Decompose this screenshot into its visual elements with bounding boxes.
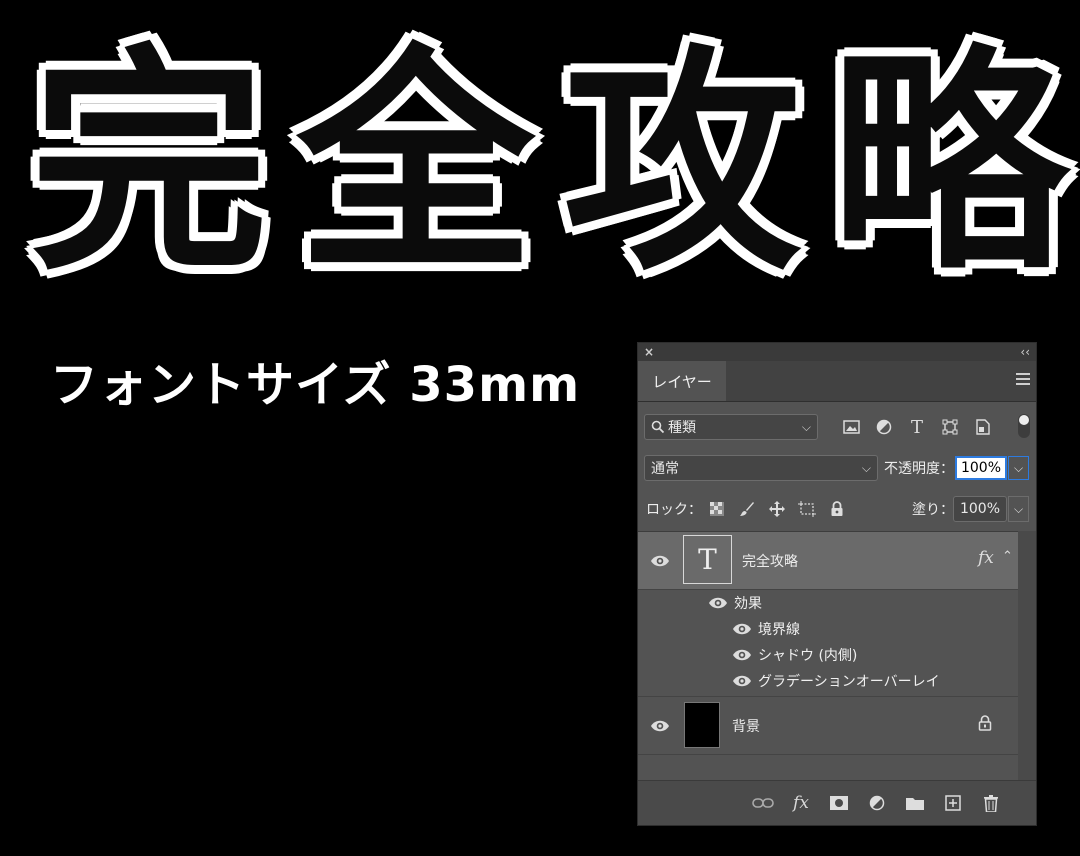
effect-item-inner-shadow[interactable]: シャドウ (内側) [732,644,857,666]
panel-topbar: × ‹‹ [638,343,1036,361]
opacity-input[interactable]: 100% [955,456,1007,480]
trash-icon[interactable] [978,791,1004,815]
chevron-down-icon: ⌵ [861,460,871,475]
smart-object-filter-icon[interactable] [970,414,996,440]
layers-panel: × ‹‹ レイヤー 種類 ⌵ T 通常 ⌵ 不透明度： 100% ⌵ ロック： … [637,342,1037,826]
bottom-icons: fx [750,791,1004,815]
adjustment-filter-icon[interactable] [871,414,897,440]
lock-label: ロック： [646,502,702,518]
type-filter-icon[interactable]: T [904,414,930,440]
layer-row-background[interactable]: 背景 [638,697,1018,754]
fill-dropdown-button[interactable]: ⌵ [1008,496,1029,522]
eye-icon[interactable] [650,719,670,733]
filter-kind-select[interactable]: 種類 ⌵ [644,414,818,440]
background-layer-thumbnail [684,702,720,748]
search-icon [651,420,665,434]
layers-list: T 完全攻略 fx ⌃ 効果 境界線 シャドウ (内側) グラデーションオーバー… [638,531,1018,782]
filter-row: 種類 ⌵ T [638,412,1036,442]
effect-label: シャドウ (内側) [758,648,858,664]
collapse-effects-chevron-icon[interactable]: ⌃ [1002,549,1013,564]
chevron-down-icon: ⌵ [801,419,811,434]
lock-row: ロック： 塗り： 100% ⌵ [638,494,1036,524]
layer-name[interactable]: 背景 [732,716,760,736]
link-icon[interactable] [750,791,776,815]
effect-label: グラデーションオーバーレイ [758,674,940,690]
lock-all-icon[interactable] [824,496,850,522]
shape-filter-icon[interactable] [937,414,963,440]
tab-layers[interactable]: レイヤー [638,361,726,401]
opacity-label: 不透明度： [884,461,954,477]
mask-icon[interactable] [826,791,852,815]
filter-toggle[interactable] [1018,414,1030,438]
lock-position-move-icon[interactable] [764,496,790,522]
folder-icon[interactable] [902,791,928,815]
blend-mode-select[interactable]: 通常 ⌵ [644,455,878,481]
filter-icons: T [838,414,996,440]
layer-name[interactable]: 完全攻略 [742,551,798,571]
panel-bottom-toolbar: fx [638,780,1036,825]
new-layer-icon[interactable] [940,791,966,815]
fx-icon: fx [978,548,994,568]
panel-tabbar: レイヤー [638,361,1036,402]
adjustment-icon[interactable] [864,791,890,815]
headline: 完 全 攻 略 [27,20,1072,310]
effect-item-stroke[interactable]: 境界線 [732,618,800,640]
text-layer-thumbnail: T [683,535,732,584]
headline-char: 全 [293,26,538,303]
eye-icon[interactable] [732,622,752,636]
close-icon[interactable]: × [644,345,654,359]
lock-artboard-icon[interactable] [794,496,820,522]
eye-icon[interactable] [708,596,728,610]
blend-row: 通常 ⌵ 不透明度： 100% ⌵ [638,453,1036,483]
panel-menu-icon[interactable] [1016,373,1030,386]
eye-icon[interactable] [650,554,670,568]
headline-char: 攻 [560,26,805,303]
opacity-dropdown-button[interactable]: ⌵ [1008,456,1029,480]
image-filter-icon[interactable] [838,414,864,440]
filter-kind-label: 種類 [668,420,696,436]
fill-input[interactable]: 100% [953,496,1007,522]
effects-group[interactable]: 効果 [708,592,762,614]
lock-pixels-brush-icon[interactable] [734,496,760,522]
eye-icon[interactable] [732,648,752,662]
layers-scrollbar[interactable] [1018,531,1036,781]
effect-item-gradient-overlay[interactable]: グラデーションオーバーレイ [732,670,940,692]
lock-icons [704,496,850,522]
layer-row-text[interactable]: T 完全攻略 fx ⌃ [638,532,1018,589]
effect-label: 境界線 [758,622,800,638]
font-size-caption: フォントサイズ 33mm [50,357,581,413]
eye-icon[interactable] [732,674,752,688]
lock-transparency-icon[interactable] [704,496,730,522]
headline-char: 完 [27,26,272,303]
blend-mode-value: 通常 [651,461,679,477]
headline-char: 略 [826,26,1071,303]
fill-label: 塗り： [912,502,954,518]
lock-icon [978,715,992,731]
collapse-icon[interactable]: ‹‹ [1020,345,1030,359]
fx-icon[interactable]: fx [788,791,814,815]
effects-label: 効果 [734,596,762,612]
